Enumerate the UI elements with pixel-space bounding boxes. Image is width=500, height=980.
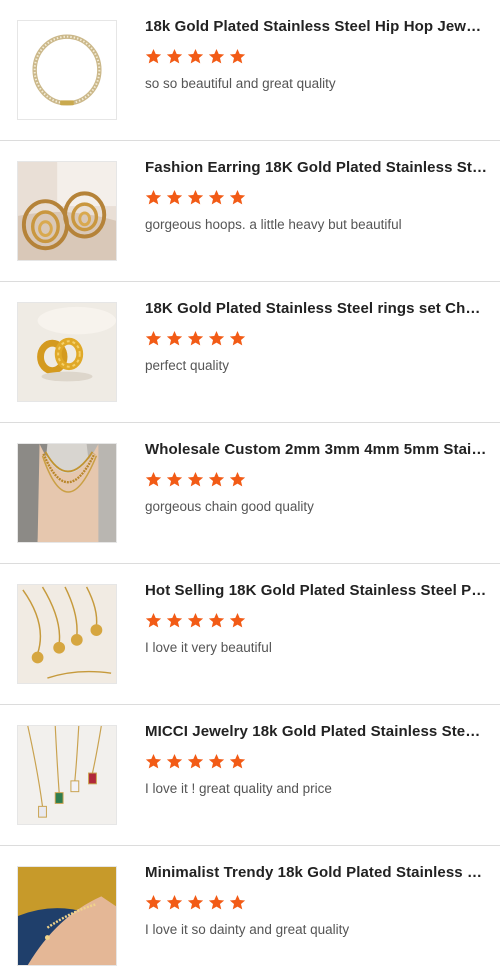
review-comment: gorgeous hoops. a little heavy but beaut… — [145, 217, 402, 232]
product-title[interactable]: Hot Selling 18K Gold Plated Stainless St… — [145, 582, 487, 599]
rating-stars — [145, 753, 246, 773]
review-comment: perfect quality — [145, 358, 230, 373]
star-icon — [229, 613, 246, 628]
review-comment: I love it very beautiful — [145, 640, 272, 655]
star-icon — [208, 472, 225, 487]
rating-stars — [145, 189, 246, 209]
review-list: 18k Gold Plated Stainless Steel Hip Hop … — [0, 0, 500, 980]
product-title[interactable]: MICCI Jewelry 18k Gold Plated Stainless … — [145, 723, 487, 740]
review-comment: I love it ! great quality and price — [145, 781, 332, 796]
rating-stars — [145, 894, 246, 914]
star-icon — [145, 472, 162, 487]
star-icon — [166, 754, 183, 769]
star-icon — [145, 895, 162, 910]
star-icon — [187, 49, 204, 64]
star-icon — [187, 613, 204, 628]
review-item[interactable]: Hot Selling 18K Gold Plated Stainless St… — [0, 564, 500, 705]
star-icon — [166, 472, 183, 487]
star-icon — [229, 895, 246, 910]
bracelet-image[interactable] — [17, 866, 117, 966]
review-comment: so so beautiful and great quality — [145, 76, 336, 91]
star-icon — [229, 472, 246, 487]
review-item[interactable]: Wholesale Custom 2mm 3mm 4mm 5mm Stainle… — [0, 423, 500, 564]
star-icon — [145, 754, 162, 769]
product-title[interactable]: Fashion Earring 18K Gold Plated Stainles… — [145, 159, 487, 176]
star-icon — [166, 613, 183, 628]
review-comment: gorgeous chain good quality — [145, 499, 314, 514]
star-icon — [145, 331, 162, 346]
star-icon — [208, 895, 225, 910]
star-icon — [166, 895, 183, 910]
pendant-necklace-image[interactable] — [17, 725, 117, 825]
review-item[interactable]: MICCI Jewelry 18k Gold Plated Stainless … — [0, 705, 500, 846]
smiley-necklace-image[interactable] — [17, 584, 117, 684]
star-icon — [229, 49, 246, 64]
product-title[interactable]: Wholesale Custom 2mm 3mm 4mm 5mm Stainle… — [145, 441, 487, 458]
star-icon — [166, 331, 183, 346]
review-comment: I love it so dainty and great quality — [145, 922, 350, 937]
star-icon — [208, 613, 225, 628]
star-icon — [187, 190, 204, 205]
star-icon — [208, 190, 225, 205]
star-icon — [187, 754, 204, 769]
review-item[interactable]: Minimalist Trendy 18k Gold Plated Stainl… — [0, 846, 500, 980]
review-item[interactable]: 18k Gold Plated Stainless Steel Hip Hop … — [0, 0, 500, 141]
star-icon — [145, 613, 162, 628]
rings-image[interactable] — [17, 302, 117, 402]
star-icon — [187, 472, 204, 487]
rating-stars — [145, 471, 246, 491]
star-icon — [229, 754, 246, 769]
star-icon — [187, 895, 204, 910]
hoop-earrings-image[interactable] — [17, 161, 117, 261]
rating-stars — [145, 330, 246, 350]
star-icon — [187, 331, 204, 346]
star-icon — [166, 190, 183, 205]
review-item[interactable]: 18K Gold Plated Stainless Steel rings se… — [0, 282, 500, 423]
layered-chain-image[interactable] — [17, 443, 117, 543]
star-icon — [208, 331, 225, 346]
star-icon — [208, 754, 225, 769]
rating-stars — [145, 612, 246, 632]
review-item[interactable]: Fashion Earring 18K Gold Plated Stainles… — [0, 141, 500, 282]
star-icon — [145, 49, 162, 64]
product-title[interactable]: 18k Gold Plated Stainless Steel Hip Hop … — [145, 18, 487, 35]
star-icon — [166, 49, 183, 64]
star-icon — [229, 190, 246, 205]
star-icon — [229, 331, 246, 346]
product-title[interactable]: Minimalist Trendy 18k Gold Plated Stainl… — [145, 864, 487, 881]
star-icon — [208, 49, 225, 64]
star-icon — [145, 190, 162, 205]
product-title[interactable]: 18K Gold Plated Stainless Steel rings se… — [145, 300, 487, 317]
rating-stars — [145, 48, 246, 68]
tennis-necklace-image[interactable] — [17, 20, 117, 120]
